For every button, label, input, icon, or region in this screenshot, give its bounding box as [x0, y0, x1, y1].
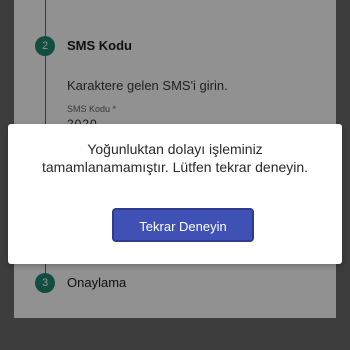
error-dialog: Yoğunluktan dolayı işleminiz tamamlanama… — [8, 124, 342, 264]
dialog-message: Yoğunluktan dolayı işleminiz tamamlanama… — [41, 141, 309, 175]
retry-button[interactable]: Tekrar Deneyin — [112, 208, 254, 242]
